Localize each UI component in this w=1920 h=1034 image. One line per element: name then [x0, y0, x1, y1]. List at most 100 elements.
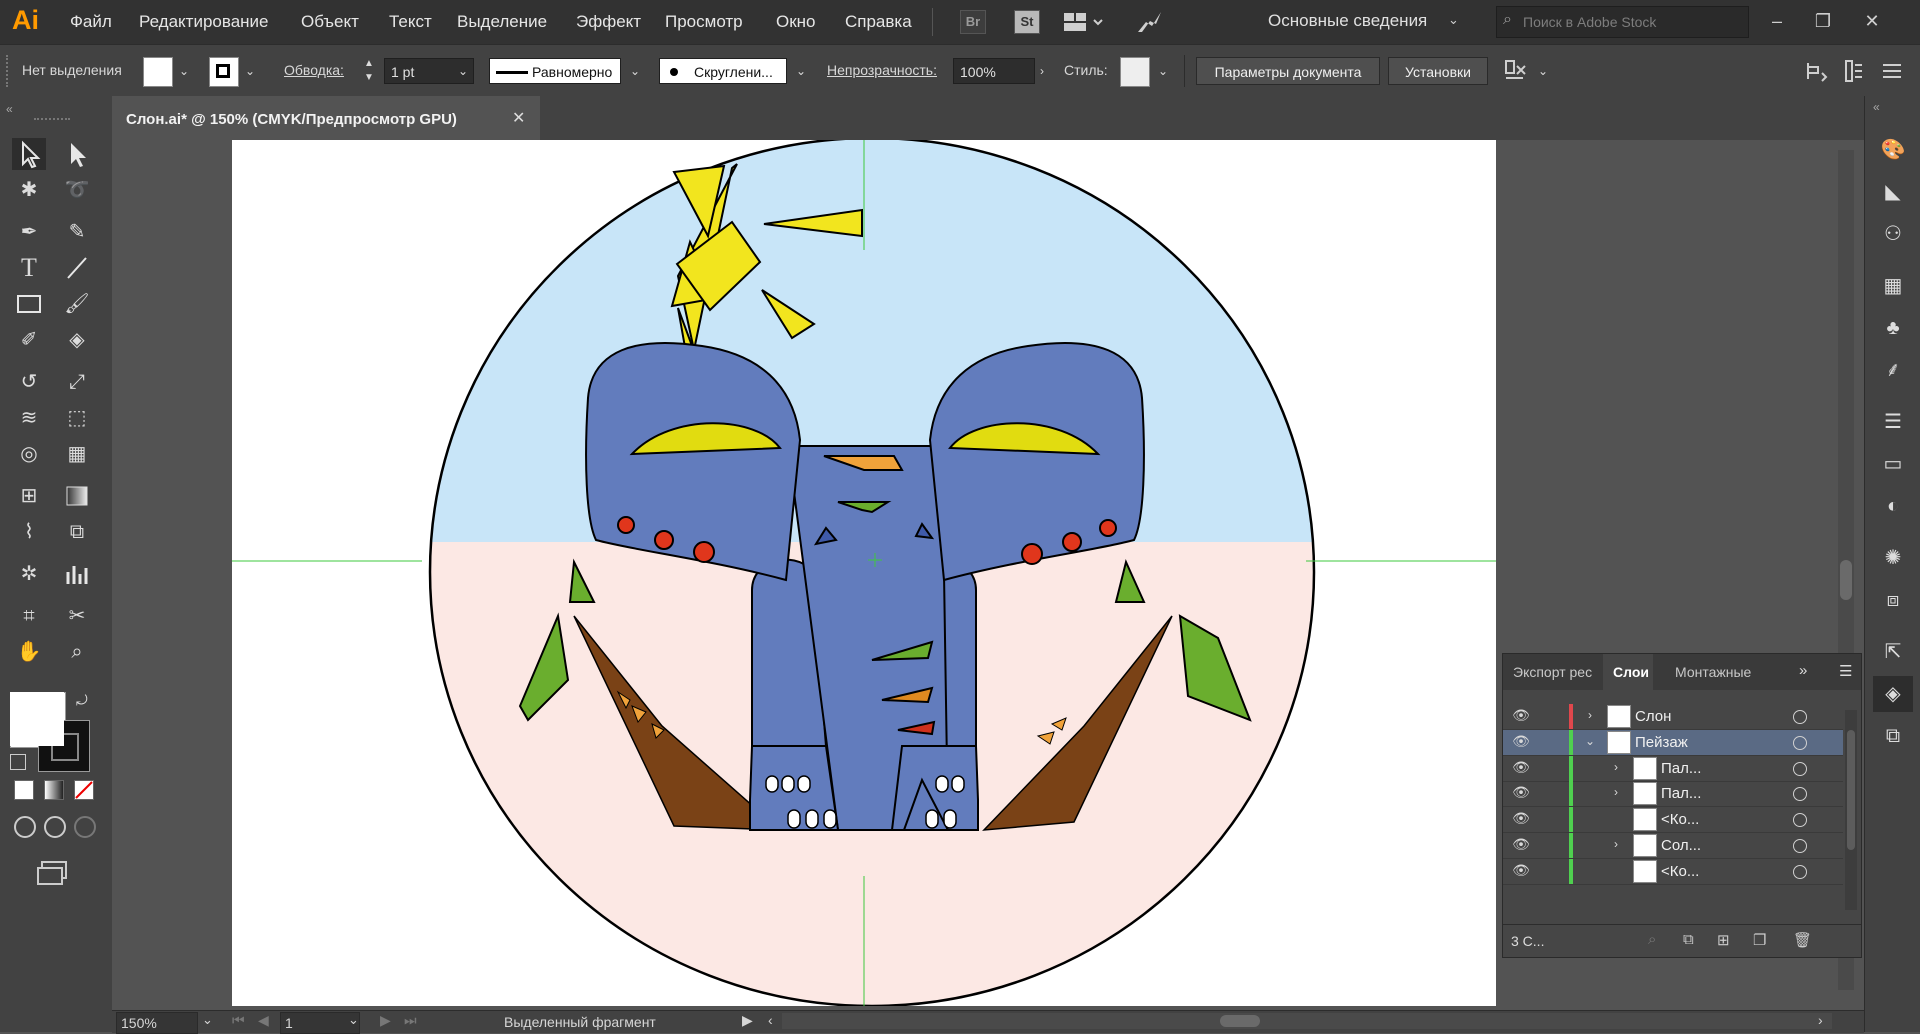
curvature-tool-icon[interactable]: ✎: [60, 216, 94, 248]
visibility-eye-icon[interactable]: 👁: [1511, 733, 1531, 751]
close-tab-icon[interactable]: ✕: [512, 108, 525, 128]
pen-tool-icon[interactable]: ✒: [12, 216, 46, 248]
new-layer-icon[interactable]: ❐: [1753, 931, 1766, 949]
layers-panel-icon[interactable]: ◈: [1873, 676, 1913, 712]
restore-icon[interactable]: ❐: [1806, 6, 1840, 36]
free-transform-tool-icon[interactable]: ⬚: [60, 402, 94, 434]
stock-search-input[interactable]: ⌕ Поиск в Adobe Stock: [1496, 6, 1749, 38]
layers-scrollbar[interactable]: [1845, 710, 1857, 910]
menu-window[interactable]: Окно: [776, 12, 816, 32]
document-setup-button[interactable]: Параметры документа: [1196, 57, 1380, 85]
eyedropper-tool-icon[interactable]: ⌇: [12, 516, 46, 548]
slice-tool-icon[interactable]: ✂: [60, 600, 94, 632]
chevron-down-icon[interactable]: ⌄: [1583, 734, 1597, 748]
target-circle-icon[interactable]: [1793, 710, 1807, 724]
visibility-eye-icon[interactable]: 👁: [1511, 810, 1531, 828]
symbols-icon[interactable]: ♣: [1873, 310, 1913, 346]
symbol-sprayer-tool-icon[interactable]: ✲: [12, 558, 46, 590]
brushes-icon[interactable]: ⸙: [1873, 352, 1913, 388]
menu-text[interactable]: Текст: [389, 12, 432, 32]
chevron-right-icon[interactable]: ›: [1583, 708, 1597, 722]
status-menu-icon[interactable]: ▶: [742, 1012, 753, 1029]
zoom-select[interactable]: 150%: [116, 1012, 198, 1034]
shape-builder-tool-icon[interactable]: ◎: [12, 438, 46, 470]
chevron-right-icon[interactable]: ›: [1609, 837, 1623, 851]
transform-icon[interactable]: [1804, 59, 1828, 83]
panel-menu-icon[interactable]: ☰: [1839, 662, 1852, 680]
visibility-eye-icon[interactable]: 👁: [1511, 862, 1531, 880]
stroke-weight-label[interactable]: Обводка:: [284, 62, 344, 78]
menu-view[interactable]: Просмотр: [665, 12, 743, 32]
gradient-panel-icon[interactable]: ▭: [1873, 446, 1913, 482]
blend-tool-icon[interactable]: ⧉: [60, 516, 94, 548]
menu-select[interactable]: Выделение: [457, 12, 547, 32]
zoom-tool-icon[interactable]: ⌕: [60, 636, 94, 668]
style-dropdown-icon[interactable]: ⌄: [1152, 57, 1174, 85]
target-circle-icon[interactable]: [1793, 864, 1807, 879]
artboard-tool-icon[interactable]: ⌗: [12, 600, 46, 632]
artboard-dropdown-icon[interactable]: ⌄: [348, 1012, 359, 1028]
artwork[interactable]: [232, 140, 1496, 1006]
selection-tool-icon[interactable]: [12, 138, 46, 170]
none-mode-icon[interactable]: [74, 780, 94, 800]
graphic-styles-icon[interactable]: ⧈: [1873, 582, 1913, 618]
screen-mode-icon[interactable]: [36, 860, 70, 886]
artboard[interactable]: [232, 140, 1496, 1006]
target-circle-icon[interactable]: [1793, 813, 1807, 828]
layer-row[interactable]: 👁 <Ко...: [1503, 807, 1843, 834]
direct-selection-tool-icon[interactable]: [60, 138, 94, 170]
locate-object-icon[interactable]: ⌕: [1648, 931, 1656, 948]
fill-dropdown-icon[interactable]: ⌄: [173, 57, 195, 85]
gradient-tool-icon[interactable]: [60, 480, 94, 512]
grip-icon[interactable]: [34, 118, 70, 124]
brush-dropdown-icon[interactable]: ⌄: [790, 57, 812, 85]
gpu-performance-icon[interactable]: [1134, 8, 1164, 36]
scroll-left-icon[interactable]: ‹: [768, 1012, 773, 1028]
chevron-right-icon[interactable]: ›: [1609, 785, 1623, 799]
opacity-arrow-icon[interactable]: ›: [1031, 57, 1053, 85]
eraser-tool-icon[interactable]: ◈: [60, 324, 94, 356]
tab-asset-export[interactable]: Экспорт рес: [1513, 664, 1592, 680]
isolation-icon[interactable]: [1840, 59, 1864, 83]
scale-tool-icon[interactable]: ⤢: [60, 366, 94, 398]
type-tool-icon[interactable]: T: [12, 252, 46, 284]
tab-artboards[interactable]: Монтажные: [1675, 664, 1751, 680]
swatches-icon[interactable]: ▦: [1873, 268, 1913, 304]
prev-artboard-icon[interactable]: ◀: [258, 1012, 269, 1029]
stroke-dropdown-icon[interactable]: ⌄: [239, 57, 261, 85]
layer-row[interactable]: 👁 › Сол...: [1503, 833, 1843, 859]
lasso-tool-icon[interactable]: ➰: [60, 174, 94, 206]
grip-icon[interactable]: [6, 55, 12, 87]
opacity-input[interactable]: 100%: [953, 58, 1035, 84]
visibility-eye-icon[interactable]: 👁: [1511, 707, 1531, 725]
perspective-grid-tool-icon[interactable]: ▦: [60, 438, 94, 470]
gradient-mode-icon[interactable]: [44, 780, 64, 800]
chevron-down-icon[interactable]: ⌄: [1448, 12, 1459, 28]
fill-color-front[interactable]: [10, 692, 64, 746]
new-sublayer-icon[interactable]: ⊞: [1717, 931, 1730, 949]
warp-tool-icon[interactable]: ≋: [12, 402, 46, 434]
visibility-eye-icon[interactable]: 👁: [1511, 759, 1531, 777]
visibility-eye-icon[interactable]: 👁: [1511, 836, 1531, 854]
asset-export-icon[interactable]: ⇱: [1873, 634, 1913, 670]
graph-tool-icon[interactable]: [60, 558, 94, 590]
delete-layer-icon[interactable]: 🗑: [1793, 931, 1812, 949]
shaper-tool-icon[interactable]: ✐: [12, 324, 46, 356]
more-tabs-icon[interactable]: »: [1799, 662, 1807, 679]
layer-row[interactable]: 👁 <Ко...: [1503, 858, 1843, 885]
panel-menu-icon[interactable]: [1880, 61, 1904, 81]
draw-behind-icon[interactable]: [44, 816, 66, 838]
layer-row[interactable]: 👁 › Пал...: [1503, 755, 1843, 782]
stroke-profile-select[interactable]: Равномерно: [489, 58, 621, 84]
profile-dropdown-icon[interactable]: ⌄: [624, 57, 646, 85]
appearance-icon[interactable]: ✺: [1873, 540, 1913, 576]
expand-panels-icon[interactable]: «: [1873, 100, 1880, 114]
cc-libraries-icon[interactable]: ⚇: [1873, 216, 1913, 252]
visibility-eye-icon[interactable]: 👁: [1511, 784, 1531, 802]
menu-help[interactable]: Справка: [845, 12, 912, 32]
tab-layers[interactable]: Слои: [1613, 664, 1649, 680]
stroke-swatch[interactable]: [209, 57, 239, 87]
document-tab[interactable]: Слон.ai* @ 150% (CMYK/Предпросмотр GPU) …: [112, 96, 540, 140]
color-guide-icon[interactable]: ◣: [1873, 174, 1913, 210]
first-artboard-icon[interactable]: ⏮: [232, 1012, 245, 1029]
